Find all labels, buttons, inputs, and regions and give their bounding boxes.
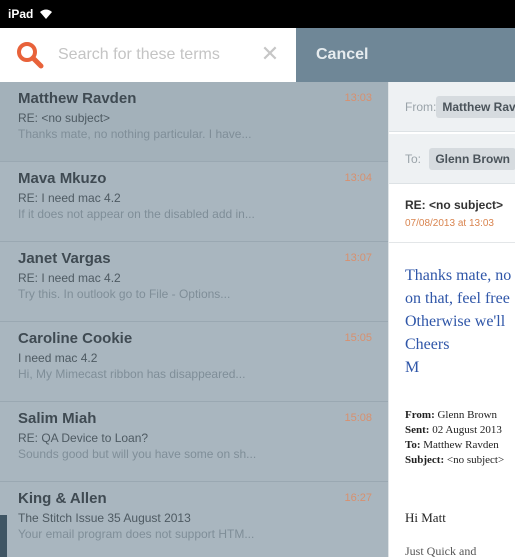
- email-time: 15:05: [344, 332, 372, 344]
- quote-subject-line: Subject: <no subject>: [405, 453, 504, 468]
- left-edge-accent: [0, 515, 7, 557]
- email-preview: Hi, My Mimecast ribbon has disappeared..…: [18, 367, 246, 381]
- email-sender: Janet Vargas: [18, 250, 111, 267]
- email-time: 16:27: [344, 492, 372, 504]
- body-line: Thanks mate, no: [405, 267, 512, 284]
- list-item[interactable]: Salim Miah 15:08 RE: QA Device to Loan? …: [0, 402, 388, 482]
- email-time: 13:04: [344, 172, 372, 184]
- device-label: iPad: [8, 7, 34, 21]
- email-subject: RE: QA Device to Loan?: [18, 431, 149, 445]
- body-line: M: [405, 359, 420, 376]
- message-date: 07/08/2013 at 13:03: [405, 218, 494, 229]
- cancel-button[interactable]: Cancel: [316, 46, 368, 64]
- from-label: From:: [405, 99, 437, 114]
- email-subject: RE: I need mac 4.2: [18, 191, 121, 205]
- list-item[interactable]: Mava Mkuzo 13:04 RE: I need mac 4.2 If i…: [0, 162, 388, 242]
- quote-sent-line: Sent: 02 August 2013: [405, 423, 504, 438]
- quote-to-label: To:: [405, 439, 421, 451]
- email-list: Matthew Ravden 13:03 RE: <no subject> Th…: [0, 82, 388, 557]
- quote-from-value: Glenn Brown: [437, 409, 498, 421]
- to-row: To: Glenn Brown: [389, 134, 515, 184]
- email-time: 13:03: [344, 92, 372, 104]
- search-icon[interactable]: [16, 41, 44, 69]
- email-preview: If it does not appear on the disabled ad…: [18, 207, 255, 221]
- email-time: 13:07: [344, 252, 372, 264]
- body-line: Otherwise we'll: [405, 313, 506, 330]
- quote-next-line: Just Quick and: [405, 544, 477, 557]
- email-sender: Matthew Ravden: [18, 90, 137, 107]
- email-sender: Salim Miah: [18, 410, 97, 427]
- email-sender: Caroline Cookie: [18, 330, 133, 347]
- to-label: To:: [405, 151, 422, 166]
- to-chip[interactable]: Glenn Brown: [429, 147, 515, 170]
- list-item[interactable]: King & Allen 16:27 The Stitch Issue 35 A…: [0, 482, 388, 557]
- from-row: From: Matthew Ravden: [389, 82, 515, 132]
- quote-from-line: From: Glenn Brown: [405, 408, 504, 423]
- body-line: on that, feel free: [405, 290, 510, 307]
- divider: [389, 242, 515, 243]
- email-preview: Sounds good but will you have some on sh…: [18, 447, 257, 461]
- message-subject: RE: <no subject>: [405, 198, 504, 212]
- email-subject: RE: I need mac 4.2: [18, 271, 121, 285]
- email-sender: Mava Mkuzo: [18, 170, 107, 187]
- list-item[interactable]: Matthew Ravden 13:03 RE: <no subject> Th…: [0, 82, 388, 162]
- email-sender: King & Allen: [18, 490, 107, 507]
- list-item[interactable]: Caroline Cookie 15:05 I need mac 4.2 Hi,…: [0, 322, 388, 402]
- cancel-area: Cancel: [296, 28, 515, 82]
- quote-to-line: To: Matthew Ravden: [405, 438, 504, 453]
- quote-subject-value: <no subject>: [446, 454, 505, 466]
- email-subject: RE: <no subject>: [18, 111, 111, 125]
- quoted-header: From: Glenn Brown Sent: 02 August 2013 T…: [405, 408, 504, 468]
- email-preview: Try this. In outlook go to File - Option…: [18, 287, 231, 301]
- quote-greeting: Hi Matt: [405, 510, 446, 525]
- quote-sent-value: 02 August 2013: [432, 424, 502, 436]
- search-bar: ✕: [0, 28, 296, 82]
- quote-subject-label: Subject:: [405, 454, 445, 466]
- quote-to-value: Matthew Ravden: [423, 439, 499, 451]
- reading-pane: From: Matthew Ravden To: Glenn Brown RE:…: [388, 82, 515, 557]
- email-preview: Thanks mate, no nothing particular. I ha…: [18, 127, 252, 141]
- quote-sent-label: Sent:: [405, 424, 430, 436]
- message-body: Thanks mate, no on that, feel free Other…: [405, 264, 511, 379]
- list-item[interactable]: Janet Vargas 13:07 RE: I need mac 4.2 Tr…: [0, 242, 388, 322]
- email-preview: Your email program does not support HTM.…: [18, 527, 255, 541]
- wifi-icon: [39, 9, 53, 20]
- status-bar: iPad: [0, 0, 515, 28]
- email-subject: The Stitch Issue 35 August 2013: [18, 511, 191, 525]
- email-subject: I need mac 4.2: [18, 351, 98, 365]
- search-input[interactable]: [58, 46, 248, 64]
- quote-from-label: From:: [405, 409, 435, 421]
- body-line: Cheers: [405, 336, 450, 353]
- close-icon[interactable]: ✕: [258, 42, 282, 66]
- from-chip[interactable]: Matthew Ravden: [436, 95, 515, 118]
- email-time: 15:08: [344, 412, 372, 424]
